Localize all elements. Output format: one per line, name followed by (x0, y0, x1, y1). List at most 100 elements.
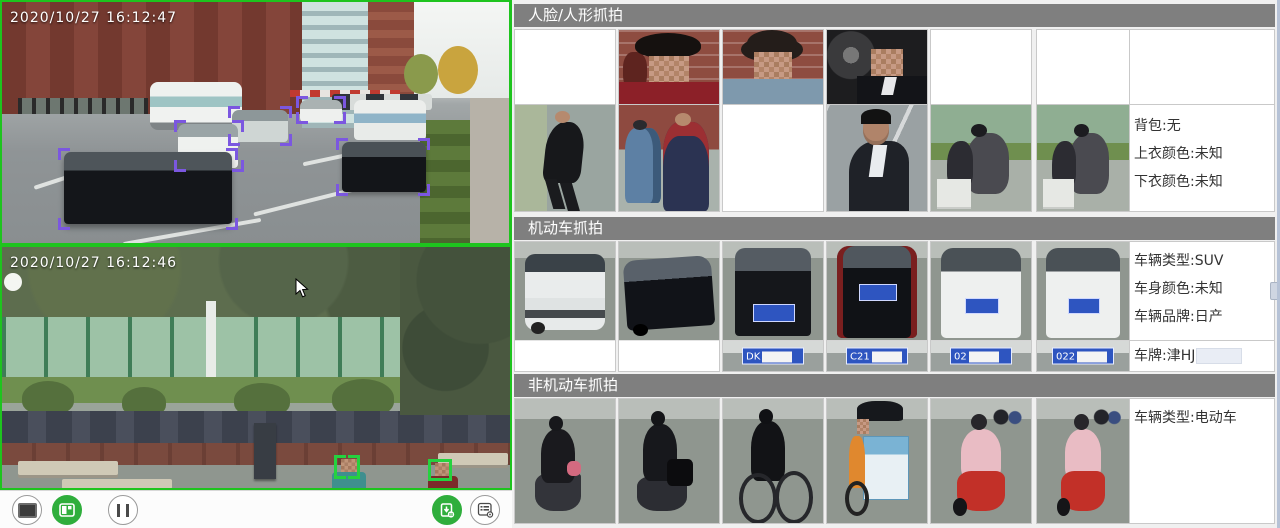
street-fence (18, 98, 148, 114)
license-plate: DK (742, 348, 804, 365)
nonmotor-info-image[interactable] (1036, 398, 1130, 524)
vehicle-thumb-black-suv-rear (723, 242, 823, 342)
attr-brand: 车辆品牌:日产 (1134, 302, 1270, 330)
split-view-icon (59, 503, 75, 517)
empty-thumbnail (1037, 30, 1129, 104)
empty-thumbnail (931, 30, 1031, 104)
attr-backpack: 背包:无 (1134, 111, 1270, 139)
video-channel-park[interactable]: 2020/10/27 16:12:46 (0, 245, 512, 490)
vehicle-detection-bracket (228, 106, 292, 146)
plate-censor-blur (969, 351, 999, 362)
face-thumb-curly-hair (723, 30, 823, 104)
nonmotor-thumb-bicycle-rider (723, 399, 823, 523)
split-view-button[interactable] (52, 495, 82, 525)
face-capture-slot[interactable] (826, 29, 928, 105)
face-attributes: 背包:无 上衣颜色:未知 下衣颜色:未知 (1129, 104, 1275, 212)
monument-sign (254, 423, 276, 479)
info-thumb-scooter-woman (1037, 399, 1129, 523)
plate-strip-empty (515, 340, 615, 371)
plate-strip: C21 (827, 340, 927, 371)
body-capture-slot[interactable] (826, 104, 928, 212)
plate-strip: 022 (1037, 340, 1129, 371)
vehicle-thumb-black-sedan (619, 242, 719, 342)
vehicle-capture-slot[interactable]: DK (722, 241, 824, 372)
vehicle-info-image[interactable]: 022 (1036, 241, 1130, 372)
nonmotor-attributes: 车辆类型:电动车 (1129, 398, 1275, 524)
attr-vehicle-type: 车辆类型:SUV (1134, 246, 1270, 274)
info-thumb-crouching-people (1037, 105, 1129, 211)
face-info-image[interactable] (1036, 104, 1130, 212)
face-capture-slot[interactable] (618, 29, 720, 105)
camera2-timestamp: 2020/10/27 16:12:46 (10, 255, 177, 271)
section-header-nonmotor: 非机动车抓拍 (514, 374, 1275, 397)
large-tree (400, 247, 512, 415)
face-capture-slot[interactable] (930, 29, 1032, 105)
vehicle-thumb-black-crv-rear (827, 242, 927, 342)
capture-panel: 人脸/人形抓拍 (512, 0, 1277, 528)
info-thumb-white-suv-rear (1037, 242, 1129, 342)
body-capture-slot[interactable] (618, 104, 720, 212)
license-plate: C21 (846, 348, 908, 365)
tree (438, 46, 478, 94)
face-capture-slot[interactable] (722, 29, 824, 105)
white-van (354, 100, 426, 140)
export-button[interactable] (432, 495, 462, 525)
vehicle-capture-slot[interactable] (514, 241, 616, 372)
attr-bottom-color: 下衣颜色:未知 (1134, 167, 1270, 195)
body-capture-slot[interactable] (930, 104, 1032, 212)
nonmotor-capture-slot[interactable] (618, 398, 720, 524)
vehicle-detection-bracket (296, 96, 346, 124)
vehicle-capture-slot[interactable] (618, 241, 720, 372)
nonmotor-thumb-ebike-rider (515, 399, 615, 523)
plate-censor-blur (872, 351, 902, 362)
face-info-text-slot (1129, 29, 1275, 105)
face-detection-bracket (428, 459, 452, 481)
nonmotor-capture-slot[interactable] (930, 398, 1032, 524)
nonmotor-thumb-motorbike-rider (619, 399, 719, 523)
stop-button[interactable] (12, 495, 42, 525)
nonmotor-capture-slot[interactable] (722, 398, 824, 524)
video-channel-street[interactable]: 2020/10/27 16:12:47 (0, 0, 512, 245)
plate-censor-blur (1197, 349, 1241, 363)
body-thumb-man-in-suit (827, 105, 927, 211)
green-court-fence (2, 305, 462, 385)
plate-censor-blur (1077, 351, 1107, 362)
license-plate: 02 (950, 348, 1012, 365)
monitor-icon (18, 503, 37, 518)
body-thumb-walking-person (515, 105, 615, 211)
face-capture-slot[interactable] (514, 29, 616, 105)
pause-button[interactable] (108, 495, 138, 525)
stream-info-button[interactable] (470, 495, 500, 525)
bench (62, 479, 172, 489)
face-thumb-woman-cap (619, 30, 719, 104)
nonmotor-thumb-blue-cart (827, 399, 927, 523)
nonmotor-capture-slot[interactable] (514, 398, 616, 524)
body-capture-slot[interactable] (514, 104, 616, 212)
body-capture-slot[interactable] (722, 104, 824, 212)
vehicle-capture-slot[interactable]: 02 (930, 241, 1032, 372)
tree (404, 54, 438, 94)
pause-icon (117, 504, 129, 517)
lamp-globe (4, 273, 22, 291)
face-thumb-man-by-car (827, 30, 927, 104)
nonmotor-capture-slot[interactable] (826, 398, 928, 524)
body-thumb-two-people (619, 105, 719, 211)
nonmotor-thumb-scooter-woman (931, 399, 1031, 523)
section-header-face: 人脸/人形抓拍 (514, 4, 1275, 27)
vehicle-attributes: 车辆类型:SUV 车身颜色:未知 车辆品牌:日产 车牌:津HJ (1129, 241, 1275, 372)
export-download-icon (439, 502, 455, 518)
vehicle-detection-bracket (336, 138, 430, 196)
attr-top-color: 上衣颜色:未知 (1134, 139, 1270, 167)
vehicle-plate-row: 车牌:津HJ (1130, 340, 1274, 371)
body-thumb-crouching-people (931, 105, 1031, 211)
section-header-motor: 机动车抓拍 (514, 217, 1275, 240)
playback-toolbar (0, 490, 512, 528)
vehicle-capture-slot[interactable]: C21 (826, 241, 928, 372)
plate-strip: DK (723, 340, 823, 371)
license-plate: 022 (1052, 348, 1114, 365)
bush (22, 381, 74, 415)
attr-vehicle-type: 车辆类型:电动车 (1134, 403, 1270, 431)
vehicle-attr-block: 车辆类型:SUV 车身颜色:未知 车辆品牌:日产 (1130, 242, 1274, 334)
attr-plate: 车牌:津HJ (1134, 348, 1195, 364)
panel-collapse-handle[interactable] (1270, 282, 1280, 300)
